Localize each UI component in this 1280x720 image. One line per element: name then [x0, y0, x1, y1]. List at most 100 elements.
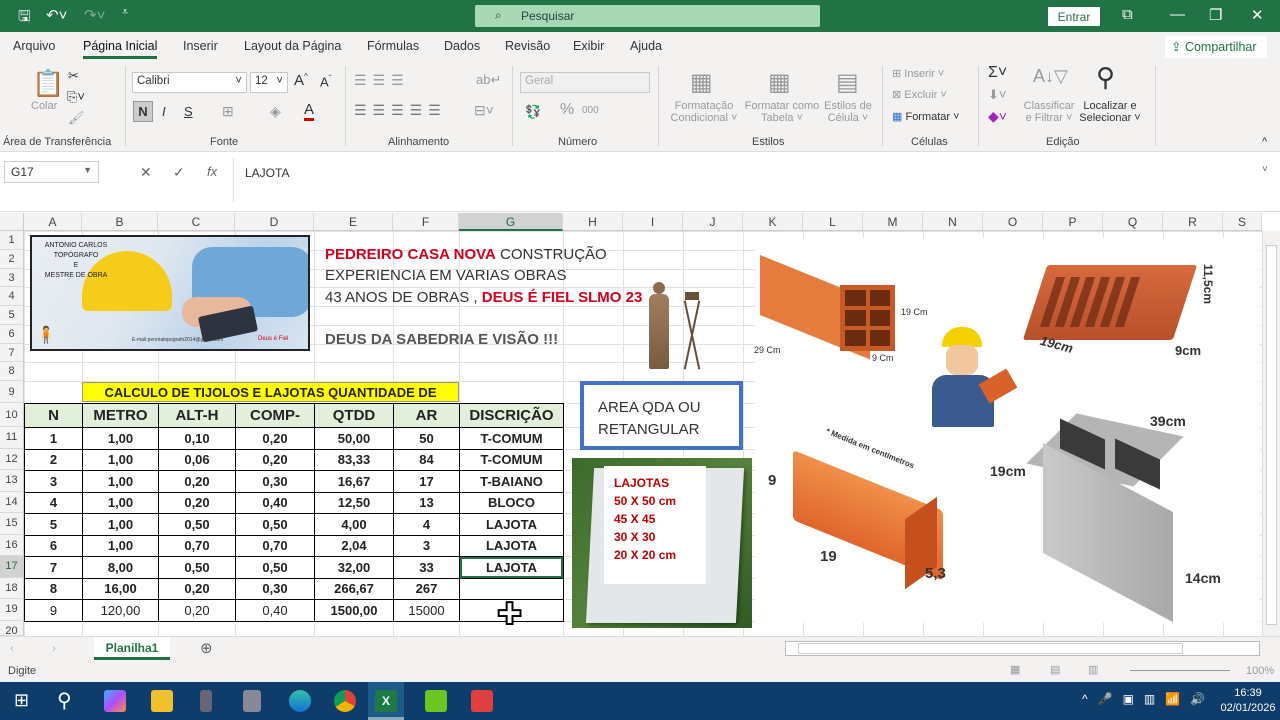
active-cell[interactable]: LAJOTA	[459, 556, 564, 579]
merge-icon[interactable]: ⊟˅	[474, 102, 494, 119]
table-cell[interactable]: 13	[393, 491, 460, 514]
table-cell[interactable]: 0,70	[158, 534, 236, 557]
format-cells-button[interactable]: ▦ Formatar ˅	[892, 110, 960, 123]
row-header-6[interactable]: 6	[0, 324, 24, 344]
table-cell[interactable]: 6	[24, 534, 83, 557]
cell-styles-icon[interactable]: ▤	[836, 68, 859, 97]
find-select-button[interactable]: Localizar e Selecionar ˅	[1078, 100, 1142, 124]
calculator-taskbar-icon[interactable]	[243, 690, 261, 712]
sort-filter-icon[interactable]: A↓▽	[1033, 66, 1068, 87]
column-header-o[interactable]: O	[983, 213, 1043, 231]
column-header-l[interactable]: L	[803, 213, 863, 231]
row-header-14[interactable]: 14	[0, 491, 24, 513]
table-cell[interactable]: 8	[24, 577, 83, 600]
column-header-c[interactable]: C	[158, 213, 235, 231]
table-cell[interactable]: 0,40	[235, 491, 315, 514]
paste-icon[interactable]: 📋	[32, 68, 64, 99]
row-header-4[interactable]: 4	[0, 287, 24, 306]
windows-start-icon[interactable]: ⊞	[14, 690, 29, 711]
vertical-scroll-thumb[interactable]	[1266, 245, 1277, 625]
zoom-level[interactable]: 100%	[1246, 665, 1274, 677]
table-cell[interactable]: T-COMUM	[459, 448, 564, 471]
find-icon[interactable]: ⚲	[1096, 62, 1115, 93]
table-cell[interactable]: LAJOTA	[459, 534, 564, 557]
prev-sheet-icon[interactable]: ‹	[10, 641, 14, 655]
system-tray-icons[interactable]: ^🎤▣▥📶🔊	[1082, 692, 1215, 706]
row-header-16[interactable]: 16	[0, 534, 24, 556]
row-header-13[interactable]: 13	[0, 470, 24, 492]
table-cell[interactable]: 0,30	[235, 470, 315, 493]
table-cell[interactable]: 1,00	[82, 448, 159, 471]
table-cell[interactable]: T-COMUM	[459, 427, 564, 450]
table-cell[interactable]: 50	[393, 427, 460, 450]
column-header-r[interactable]: R	[1163, 213, 1223, 231]
tab-arquivo[interactable]: Arquivo	[13, 39, 55, 53]
table-cell[interactable]: 1,00	[82, 534, 159, 557]
table-cell[interactable]: 5	[24, 513, 83, 536]
column-header-j[interactable]: J	[683, 213, 743, 231]
search-box[interactable]: ⌕ Pesquisar	[475, 5, 820, 27]
row-header-10[interactable]: 10	[0, 403, 24, 427]
column-header-f[interactable]: F	[393, 213, 459, 231]
format-as-table-button[interactable]: Formatar como Tabela ˅	[742, 100, 822, 124]
app-red-c-icon[interactable]	[471, 690, 493, 712]
percent-icon[interactable]: %	[560, 101, 574, 119]
save-icon[interactable]: 🖫	[18, 6, 31, 31]
tab-formulas[interactable]: Fórmulas	[367, 39, 419, 53]
table-cell[interactable]: 2	[24, 448, 83, 471]
tab-inserir[interactable]: Inserir	[183, 39, 218, 53]
table-cell[interactable]: 12,50	[314, 491, 394, 514]
row-header-15[interactable]: 15	[0, 513, 24, 535]
table-cell[interactable]: 0,20	[235, 448, 315, 471]
row-header-7[interactable]: 7	[0, 343, 24, 363]
table-cell[interactable]: 3	[24, 470, 83, 493]
table-cell[interactable]: 4	[24, 491, 83, 514]
table-cell[interactable]: 0,40	[235, 599, 315, 622]
row-header-19[interactable]: 19	[0, 599, 24, 621]
vertical-align-icons[interactable]: ☰☰☰	[354, 72, 410, 89]
column-header-s[interactable]: S	[1223, 213, 1262, 231]
table-cell[interactable]: T-BAIANO	[459, 470, 564, 493]
table-cell[interactable]: 17	[393, 470, 460, 493]
table-cell[interactable]: 267	[393, 577, 460, 600]
autosum-icon[interactable]: Σ˅	[988, 64, 1007, 82]
table-cell[interactable]: 1,00	[82, 513, 159, 536]
table-cell[interactable]: 266,67	[314, 577, 394, 600]
column-header-k[interactable]: K	[743, 213, 803, 231]
column-header-m[interactable]: M	[863, 213, 923, 231]
table-cell[interactable]: 0,20	[158, 470, 236, 493]
format-as-table-icon[interactable]: ▦	[768, 68, 791, 97]
font-name-select[interactable]: Calibri ˅	[132, 72, 247, 93]
table-cell[interactable]: 83,33	[314, 448, 394, 471]
insert-function-icon[interactable]: fx	[207, 164, 217, 179]
table-cell[interactable]: 2,04	[314, 534, 394, 557]
column-header-a[interactable]: A	[24, 213, 82, 231]
row-header-11[interactable]: 11	[0, 427, 24, 449]
wrap-text-icon[interactable]: ab↵	[476, 72, 501, 88]
font-color-icon[interactable]: A	[304, 101, 315, 121]
name-box[interactable]: G17 ▼	[4, 161, 99, 183]
thousands-icon[interactable]: 000	[582, 105, 599, 116]
row-header-12[interactable]: 12	[0, 448, 24, 470]
chrome-icon[interactable]	[334, 690, 356, 712]
page-layout-icon[interactable]: ▤	[1050, 663, 1060, 676]
minimize-icon[interactable]: —	[1170, 6, 1185, 23]
decrease-font-icon[interactable]: Aˇ	[320, 74, 331, 89]
row-header-1[interactable]: 1	[0, 231, 24, 250]
column-header-i[interactable]: I	[623, 213, 683, 231]
horizontal-scrollbar[interactable]	[785, 641, 1260, 656]
row-header-9[interactable]: 9	[0, 381, 24, 403]
row-header-20[interactable]: 20	[0, 620, 24, 637]
number-format-select[interactable]: Geral	[520, 72, 650, 93]
table-cell[interactable]: BLOCO	[459, 491, 564, 514]
table-cell[interactable]: 0,50	[158, 513, 236, 536]
fill-color-icon[interactable]: ◈	[270, 103, 281, 120]
undo-icon[interactable]: ↶˅	[46, 6, 67, 24]
normal-view-icon[interactable]: ▦	[1010, 663, 1020, 676]
column-header-g[interactable]: G	[459, 213, 563, 231]
tab-revisao[interactable]: Revisão	[505, 39, 550, 53]
table-cell[interactable]: 1500,00	[314, 599, 394, 622]
zoom-slider[interactable]	[1130, 670, 1230, 671]
table-cell[interactable]: 0,10	[158, 427, 236, 450]
paste-button[interactable]: Colar	[31, 100, 57, 112]
